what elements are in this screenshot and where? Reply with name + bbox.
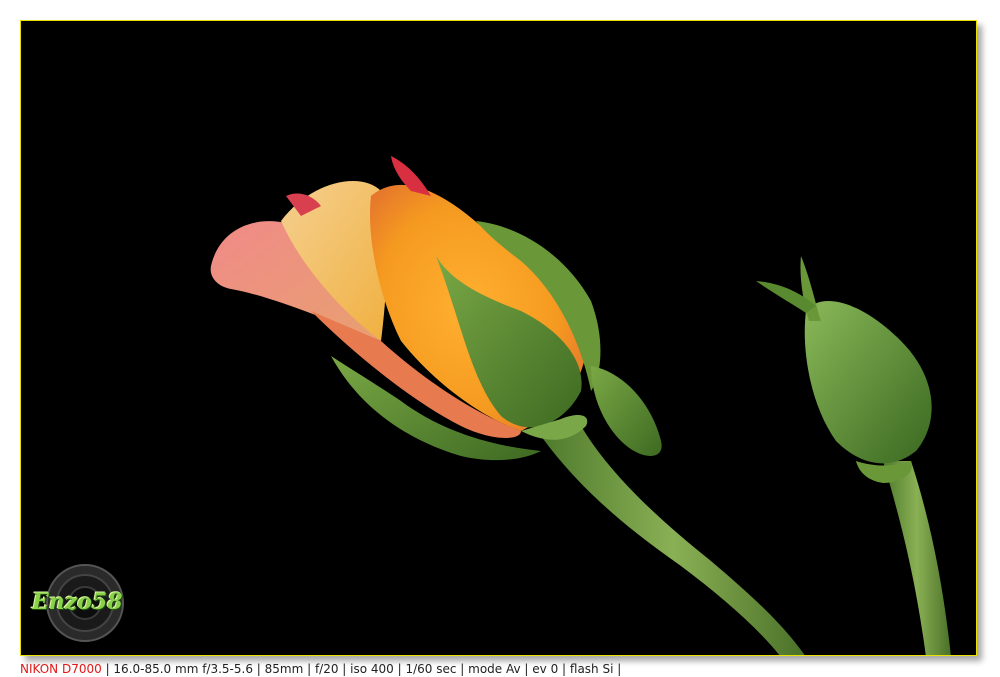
- watermark-text: Enzo58: [32, 589, 123, 615]
- watermark-logo: Enzo58: [30, 562, 140, 644]
- photo-frame: [20, 20, 977, 656]
- exif-details: | 16.0-85.0 mm f/3.5-5.6 | 85mm | f/20 |…: [101, 662, 622, 676]
- rose-photo: [21, 21, 976, 655]
- exif-info-bar: NIKON D7000 | 16.0-85.0 mm f/3.5-5.6 | 8…: [20, 661, 621, 677]
- camera-model: NIKON D7000: [20, 662, 102, 676]
